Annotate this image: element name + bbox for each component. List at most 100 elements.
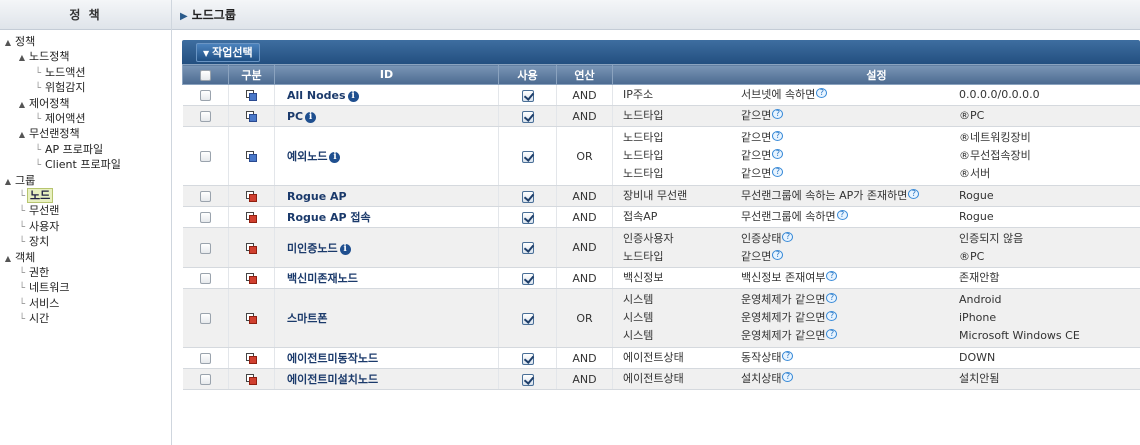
column-id[interactable]: ID	[274, 64, 499, 85]
use-checkbox[interactable]	[521, 89, 534, 102]
table-row[interactable]: Rogue AP 접속 AND 접속AP 무선랜그룹에 속하면? Rogue	[182, 206, 1140, 228]
node-group-type-icon	[246, 90, 257, 101]
table-row[interactable]: 미인증노드 i AND 인증사용자 인증상태? 인증되지 않음 노드타입 같으면? ®PC	[182, 227, 1140, 268]
tree-item[interactable]: └ 사용자	[17, 219, 61, 234]
use-checkbox[interactable]	[521, 352, 534, 365]
tree-item[interactable]: └ 장치	[17, 234, 51, 249]
row-checkbox[interactable]	[199, 90, 211, 101]
tree-item[interactable]: └ 시간	[17, 311, 51, 326]
action-select-button[interactable]: ▼ 작업선택	[196, 43, 260, 62]
tooltip-icon[interactable]: ?	[772, 149, 784, 159]
tree-item[interactable]: ▲ 제어정책	[17, 96, 71, 111]
expand-toggle-icon[interactable]: ▲	[3, 251, 13, 266]
expand-toggle-icon[interactable]: ▲	[3, 174, 13, 189]
tree-item[interactable]: └ 위험감지	[33, 80, 87, 95]
column-op[interactable]: 연산	[556, 64, 613, 85]
tooltip-icon[interactable]: ?	[826, 329, 838, 339]
tree-item[interactable]: └ AP 프로파일	[33, 142, 105, 157]
group-id-link[interactable]: 스마트폰	[275, 312, 327, 325]
info-icon[interactable]: i	[305, 111, 317, 123]
row-checkbox[interactable]	[199, 212, 211, 223]
use-checkbox[interactable]	[521, 190, 534, 203]
table-row[interactable]: 스마트폰 OR 시스템 운영체제가 같으면? Android 시스템 운영체제가 같으면? i…	[182, 288, 1140, 348]
tree-item[interactable]: └ 네트워크	[17, 280, 71, 295]
tooltip-icon[interactable]: ?	[826, 293, 838, 303]
tooltip-icon[interactable]: ?	[772, 167, 784, 177]
tree-item[interactable]: ▲ 무선랜정책	[17, 126, 82, 141]
select-all-header[interactable]	[182, 64, 229, 85]
tooltip-icon[interactable]: ?	[772, 109, 784, 119]
tree-item[interactable]: └ 무선랜	[17, 203, 61, 218]
column-use[interactable]: 사용	[498, 64, 557, 85]
tree-item[interactable]: ▲ 객체	[3, 250, 37, 265]
info-icon[interactable]: i	[347, 90, 359, 102]
tooltip-icon[interactable]: ?	[772, 131, 784, 141]
row-checkbox[interactable]	[199, 353, 211, 364]
tree-item[interactable]: └ 노드	[17, 188, 54, 203]
tooltip-icon[interactable]: ?	[826, 271, 838, 281]
table-row[interactable]: 예외노드 i OR 노드타입 같으면? ®네트워킹장비 노드타입 같으면? ®무선접속장비 노드타…	[182, 126, 1140, 186]
table-row[interactable]: 에이전트미설치노드 AND 에이전트상태 설치상태? 설치안됨	[182, 368, 1140, 390]
row-checkbox[interactable]	[199, 313, 211, 324]
tooltip-icon[interactable]: ?	[816, 88, 828, 98]
settings-conditions: 시스템 운영체제가 같으면? Android 시스템 운영체제가 같으면? iPhone 시…	[613, 291, 1140, 345]
tooltip-icon[interactable]: ?	[782, 372, 794, 382]
tree-item[interactable]: ▲ 정책	[3, 34, 37, 49]
condition-value: Android	[959, 293, 1002, 306]
condition-value: 설치안됨	[959, 372, 1000, 385]
condition-operator: 백신정보 존재여부?	[731, 269, 949, 287]
info-icon[interactable]: i	[329, 152, 341, 163]
row-checkbox[interactable]	[199, 111, 211, 122]
tree-item[interactable]: └ 제어액션	[33, 111, 87, 126]
group-id-link[interactable]: PC	[275, 110, 303, 123]
use-checkbox[interactable]	[521, 272, 534, 285]
use-checkbox[interactable]	[521, 312, 534, 325]
row-checkbox[interactable]	[199, 151, 211, 162]
expand-toggle-icon[interactable]: ▲	[17, 97, 27, 112]
use-checkbox[interactable]	[521, 110, 534, 123]
info-icon[interactable]: i	[339, 243, 351, 255]
expand-toggle-icon[interactable]: ▲	[3, 35, 13, 50]
select-all-checkbox[interactable]	[200, 69, 211, 81]
tooltip-icon[interactable]: ?	[772, 249, 784, 260]
group-id-link[interactable]: 예외노드	[275, 150, 327, 163]
row-checkbox[interactable]	[199, 374, 211, 385]
tooltip-icon[interactable]: ?	[908, 189, 920, 199]
condition-field: 장비내 무선랜	[623, 189, 688, 202]
row-checkbox[interactable]	[199, 273, 211, 284]
table-row[interactable]: 에이전트미동작노드 AND 에이전트상태 동작상태? DOWN	[182, 347, 1140, 369]
column-type[interactable]: 구분	[228, 64, 275, 85]
tree-item[interactable]: └ 서비스	[17, 296, 61, 311]
row-checkbox[interactable]	[199, 191, 211, 202]
group-id-link[interactable]: All Nodes	[275, 89, 346, 102]
condition-operator: 같으면?	[731, 107, 949, 125]
group-id-link[interactable]: 에이전트미동작노드	[275, 352, 378, 365]
column-settings[interactable]: 설정	[612, 64, 1140, 85]
tooltip-icon[interactable]: ?	[782, 231, 794, 242]
group-id-link[interactable]: 미인증노드	[275, 242, 338, 255]
tooltip-icon[interactable]: ?	[826, 311, 838, 321]
table-row[interactable]: PC i AND 노드타입 같으면? ®PC	[182, 105, 1140, 127]
tree-item[interactable]: ▲ 노드정책	[17, 49, 71, 64]
expand-toggle-icon[interactable]: ▲	[17, 50, 27, 65]
tree-item[interactable]: └ 노드액션	[33, 65, 87, 80]
group-id-link[interactable]: Rogue AP 접속	[275, 211, 371, 224]
table-row[interactable]: Rogue AP AND 장비내 무선랜 무선랜그룹에 속하는 AP가 존재하면? Ro…	[182, 185, 1140, 207]
tree-item[interactable]: └ Client 프로파일	[33, 157, 123, 172]
row-checkbox[interactable]	[199, 242, 211, 254]
tooltip-icon[interactable]: ?	[782, 351, 794, 361]
expand-toggle-icon[interactable]: ▲	[17, 127, 27, 142]
use-checkbox[interactable]	[521, 242, 534, 254]
tooltip-icon[interactable]: ?	[836, 210, 848, 220]
use-checkbox[interactable]	[521, 373, 534, 386]
tree-item[interactable]: └ 권한	[17, 265, 51, 280]
tree-item[interactable]: ▲ 그룹	[3, 173, 37, 188]
group-id-link[interactable]: Rogue AP	[275, 190, 347, 203]
table-row[interactable]: 백신미존재노드 AND 백신정보 백신정보 존재여부? 존재안함	[182, 267, 1140, 289]
table-row[interactable]: All Nodes i AND IP주소 서브넷에 속하면? 0.0.0.0/0.0.0.…	[182, 84, 1140, 106]
use-checkbox[interactable]	[521, 211, 534, 224]
group-id-link[interactable]: 백신미존재노드	[275, 272, 358, 285]
use-checkbox[interactable]	[521, 150, 534, 163]
group-id-link[interactable]: 에이전트미설치노드	[275, 373, 378, 386]
tree-item-label: 객체	[15, 250, 36, 264]
